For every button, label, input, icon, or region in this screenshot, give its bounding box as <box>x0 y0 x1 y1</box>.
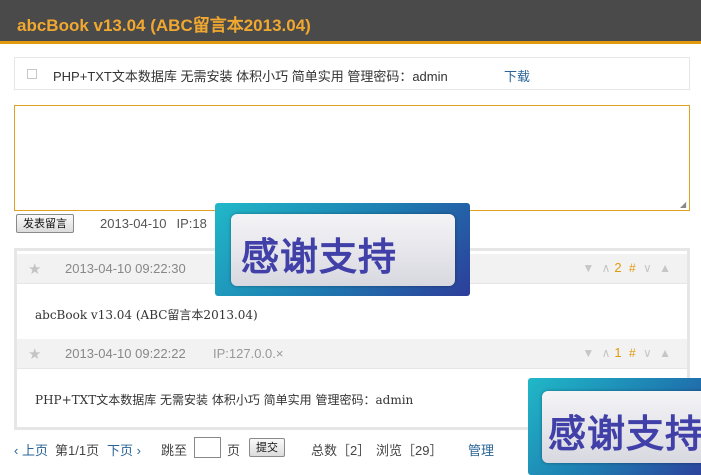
composer-meta: 2013-04-10 IP:18 <box>100 216 207 231</box>
resize-grip-icon[interactable]: ◢ <box>680 201 688 209</box>
jump-page-input[interactable] <box>194 437 221 458</box>
vote-down-outline-icon[interactable]: ∨ <box>643 261 652 275</box>
message-header: ★ 2013-04-10 09:22:22 IP:127.0.0.× ▼ ∧ 1 … <box>17 339 687 369</box>
message-body: PHP+TXT文本数据库 无需安装 体积小巧 简单实用 管理密码：admin <box>35 393 414 407</box>
total-count: 总数［2］ <box>311 443 371 458</box>
next-page-link[interactable]: 下页 › <box>107 440 141 459</box>
post-message-button[interactable]: 发表留言 <box>16 214 74 233</box>
vote-down-outline-icon[interactable]: ∨ <box>643 346 652 360</box>
vote-down-icon[interactable]: ▼ <box>582 261 594 275</box>
thanks-banner-text: 感谢支持 <box>241 235 398 279</box>
vote-up-outline-icon[interactable]: ∧ <box>602 346 611 360</box>
thanks-banner-plate: 感谢支持 <box>231 214 455 286</box>
message-body: abcBook v13.04 (ABC留言本2013.04) <box>35 308 258 322</box>
composer-date: 2013-04-10 <box>100 216 167 231</box>
vote-down-icon[interactable]: ▼ <box>582 346 594 360</box>
thanks-banner[interactable]: 感谢支持 <box>215 203 470 296</box>
message-ip: IP:127.0.0.× <box>213 346 284 361</box>
message-number: 2 <box>614 260 622 275</box>
star-icon[interactable]: ★ <box>28 260 41 278</box>
message-marker: # <box>628 261 636 275</box>
thanks-banner-plate: 感谢支持 <box>542 391 701 463</box>
jump-label: 跳至 <box>161 443 188 458</box>
view-count: 浏览［29］ <box>376 443 443 458</box>
message-number: 1 <box>614 345 622 360</box>
admin-link[interactable]: 管理 <box>468 440 494 459</box>
header-bar: abcBook v13.04 (ABC留言本2013.04) <box>0 0 701 44</box>
notice-checkbox-icon <box>27 69 37 79</box>
app-title: abcBook v13.04 (ABC留言本2013.04) <box>17 16 311 35</box>
vote-up-outline-icon[interactable]: ∧ <box>602 261 611 275</box>
download-link[interactable]: 下载 <box>504 66 530 85</box>
page-info: 第1/1页 <box>55 443 100 458</box>
message-time: 2013-04-10 09:22:30 <box>65 261 186 276</box>
thanks-banner[interactable]: 感谢支持 <box>528 378 701 475</box>
message-textarea[interactable] <box>14 105 690 211</box>
star-icon[interactable]: ★ <box>28 345 41 363</box>
message-time: 2013-04-10 09:22:22 <box>65 346 186 361</box>
notice-text: PHP+TXT文本数据库 无需安装 体积小巧 简单实用 管理密码：admin <box>53 69 448 84</box>
notice-bar: PHP+TXT文本数据库 无需安装 体积小巧 简单实用 管理密码：admin 下… <box>14 57 690 90</box>
composer-ip: IP:18 <box>176 216 207 231</box>
vote-up-icon[interactable]: ▲ <box>659 346 671 360</box>
page-unit-label: 页 <box>227 443 241 458</box>
vote-controls: ▼ ∧ 1 # ∨ ▲ <box>578 345 671 360</box>
vote-controls: ▼ ∧ 2 # ∨ ▲ <box>578 260 671 275</box>
thanks-banner-text: 感谢支持 <box>548 412 701 456</box>
vote-up-icon[interactable]: ▲ <box>659 261 671 275</box>
jump-submit-button[interactable]: 提交 <box>249 438 285 457</box>
prev-page-link[interactable]: ‹ 上页 <box>14 440 48 459</box>
message-marker: # <box>628 346 636 360</box>
